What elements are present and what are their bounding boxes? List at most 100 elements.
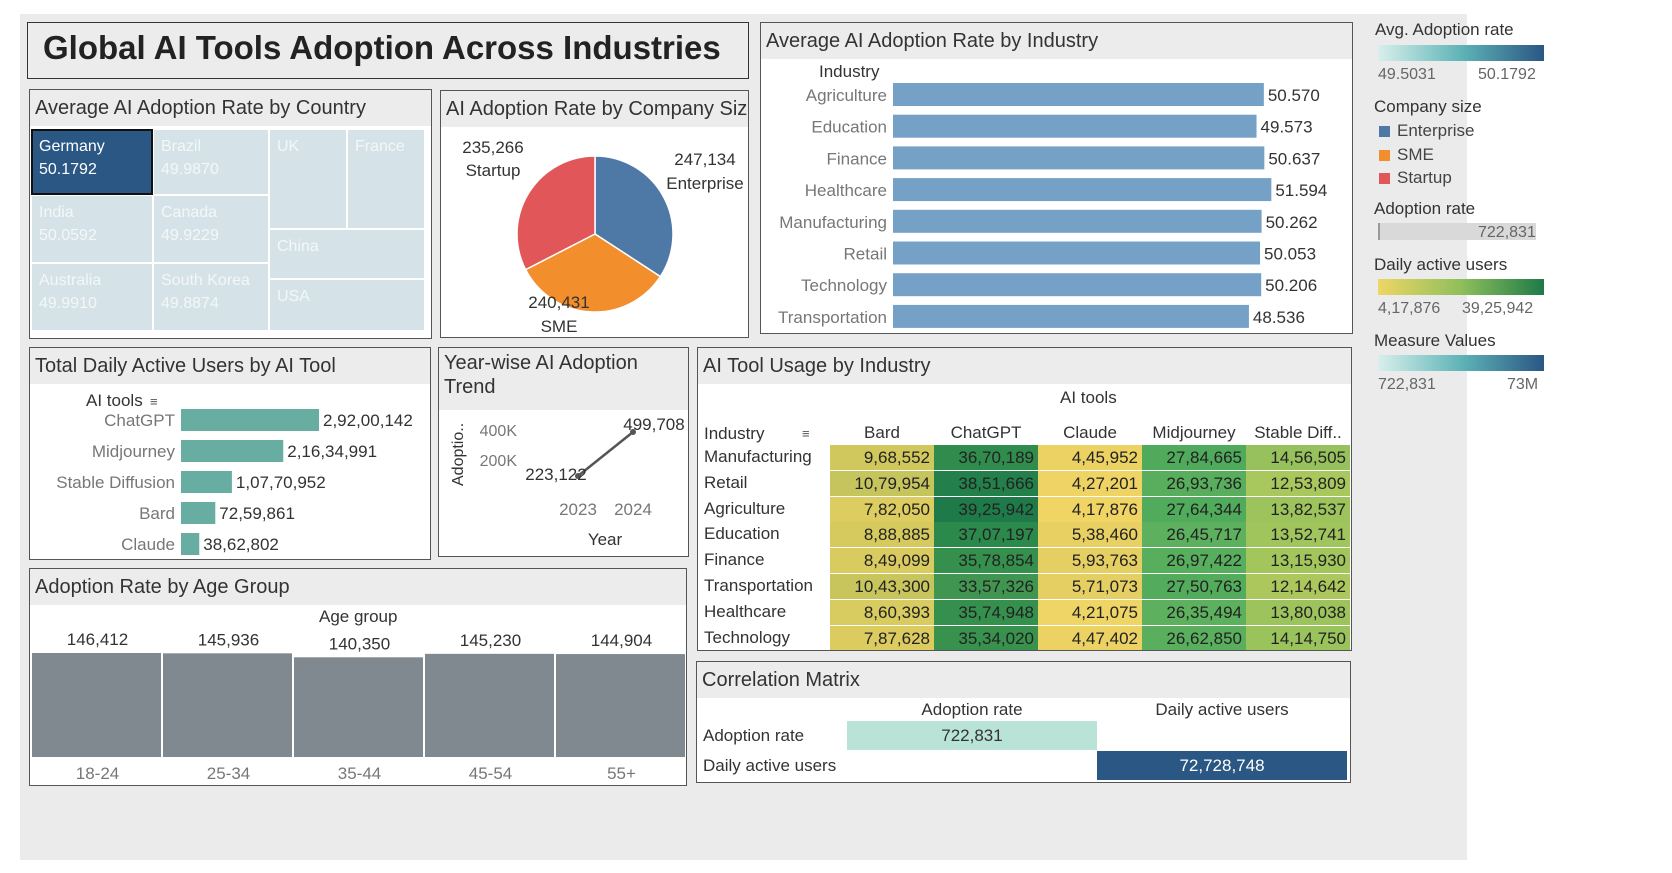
usage-cell[interactable]: 10,43,300 bbox=[830, 574, 934, 599]
industry-bar[interactable] bbox=[893, 146, 1265, 170]
usage-column-header[interactable]: Midjourney bbox=[1142, 423, 1246, 443]
usage-cell[interactable]: 13,80,038 bbox=[1246, 599, 1350, 625]
treemap-cell-france[interactable]: France bbox=[348, 130, 424, 228]
treemap-cell-brazil[interactable]: Brazil 49.9870 bbox=[154, 130, 268, 194]
company-pie-chart[interactable]: 247,134 Enterprise 240,431 SME 235,266 Startu… bbox=[441, 127, 748, 337]
tools-bar[interactable] bbox=[181, 471, 232, 493]
usage-cell[interactable]: 26,93,736 bbox=[1142, 470, 1246, 496]
legend-size-label[interactable]: Enterprise bbox=[1397, 121, 1474, 141]
tools-bar[interactable] bbox=[181, 440, 284, 462]
usage-cell[interactable]: 13,52,741 bbox=[1246, 522, 1350, 548]
usage-cell[interactable]: 4,27,201 bbox=[1038, 470, 1142, 496]
usage-cell[interactable]: 26,35,494 bbox=[1142, 599, 1246, 625]
sort-icon[interactable]: ≡ bbox=[150, 394, 158, 409]
usage-cell[interactable]: 39,25,942 bbox=[934, 496, 1038, 522]
trend-line-chart[interactable]: Adoptio.. Year 400K 200K 223,122 499,708 2023 2… bbox=[439, 410, 688, 556]
legend-avg-min: 49.5031 bbox=[1378, 66, 1436, 83]
corr-title: Correlation Matrix bbox=[697, 662, 1350, 698]
usage-cell[interactable]: 13,82,537 bbox=[1246, 496, 1350, 522]
industry-value-label: 50.570 bbox=[1268, 86, 1320, 105]
tools-value-label: 1,07,70,952 bbox=[236, 473, 326, 492]
legend-size-label[interactable]: Startup bbox=[1397, 168, 1452, 188]
usage-cell[interactable]: 5,93,763 bbox=[1038, 548, 1142, 574]
treemap-cell-australia[interactable]: Australia 49.9910 bbox=[32, 264, 152, 330]
age-bar[interactable] bbox=[163, 653, 292, 757]
treemap-cell-usa[interactable]: USA bbox=[270, 280, 424, 330]
usage-cell[interactable]: 8,88,885 bbox=[830, 522, 934, 548]
usage-cell[interactable]: 33,57,326 bbox=[934, 574, 1038, 599]
industry-bar[interactable] bbox=[893, 273, 1262, 297]
title-panel: Global AI Tools Adoption Across Industri… bbox=[27, 22, 749, 79]
usage-cell[interactable]: 7,82,050 bbox=[830, 496, 934, 522]
tools-bar[interactable] bbox=[181, 502, 216, 524]
treemap-cell-india[interactable]: India 50.0592 bbox=[32, 196, 152, 262]
treemap-cell-china[interactable]: China bbox=[270, 230, 424, 278]
usage-cell[interactable]: 7,87,628 bbox=[830, 625, 934, 650]
usage-cell[interactable]: 4,45,952 bbox=[1038, 445, 1142, 470]
usage-cell[interactable]: 8,49,099 bbox=[830, 548, 934, 574]
country-treemap[interactable]: Germany 50.1792 Brazil 49.9870 UK France India… bbox=[31, 129, 428, 334]
age-bar-chart[interactable]: 146,412 18-24 145,936 25-34 140,350 35-44 145,… bbox=[30, 627, 686, 785]
treemap-cell-name: Germany bbox=[39, 138, 105, 155]
treemap-cell-germany[interactable]: Germany 50.1792 bbox=[31, 129, 153, 195]
legend-size-label[interactable]: SME bbox=[1397, 145, 1434, 165]
treemap-cell-value: 49.9910 bbox=[39, 295, 97, 312]
industry-category-label: Healthcare bbox=[805, 181, 887, 200]
age-bar[interactable] bbox=[294, 657, 423, 757]
usage-row-label: Agriculture bbox=[704, 498, 786, 518]
usage-cell[interactable]: 5,38,460 bbox=[1038, 522, 1142, 548]
usage-cell[interactable]: 35,74,948 bbox=[934, 599, 1038, 625]
usage-cell[interactable]: 8,60,393 bbox=[830, 599, 934, 625]
usage-cell[interactable]: 14,14,750 bbox=[1246, 625, 1350, 650]
treemap-cell-uk[interactable]: UK bbox=[270, 130, 346, 228]
usage-cell[interactable]: 4,17,876 bbox=[1038, 496, 1142, 522]
usage-column-header[interactable]: ChatGPT bbox=[934, 423, 1038, 443]
usage-cell[interactable]: 4,47,402 bbox=[1038, 625, 1142, 650]
usage-cell[interactable]: 10,79,954 bbox=[830, 470, 934, 496]
usage-cell[interactable]: 13,15,930 bbox=[1246, 548, 1350, 574]
treemap-cell-canada[interactable]: Canada 49.9229 bbox=[154, 196, 268, 262]
usage-cell[interactable]: 27,64,344 bbox=[1142, 496, 1246, 522]
usage-cell[interactable]: 27,84,665 bbox=[1142, 445, 1246, 470]
sort-icon[interactable]: ≡ bbox=[802, 426, 810, 441]
usage-column-header[interactable]: Stable Diff.. bbox=[1246, 423, 1350, 443]
industry-bar[interactable] bbox=[893, 304, 1249, 328]
industry-bar[interactable] bbox=[893, 83, 1264, 106]
tools-bar[interactable] bbox=[181, 409, 319, 431]
trend-x-tick: 2024 bbox=[614, 500, 652, 519]
usage-cell[interactable]: 14,56,505 bbox=[1246, 445, 1350, 470]
tools-bar-chart[interactable]: AI tools ≡ ChatGPT 2,92,00,142 Midjourney 2,1… bbox=[30, 384, 430, 559]
corr-cell[interactable]: 72,728,748 bbox=[1097, 751, 1347, 780]
usage-column-header[interactable]: Bard bbox=[830, 423, 934, 443]
age-bar[interactable] bbox=[425, 653, 554, 757]
industry-bar[interactable] bbox=[893, 209, 1262, 233]
treemap-cell-south-korea[interactable]: South Korea 49.8874 bbox=[154, 264, 268, 330]
age-category-label: 18-24 bbox=[76, 764, 119, 783]
usage-column-header[interactable]: Claude bbox=[1038, 423, 1142, 443]
usage-cell[interactable]: 35,78,854 bbox=[934, 548, 1038, 574]
usage-cell[interactable]: 38,51,666 bbox=[934, 470, 1038, 496]
usage-cell[interactable]: 27,50,763 bbox=[1142, 574, 1246, 599]
industry-bar[interactable] bbox=[893, 114, 1257, 138]
usage-cell[interactable]: 26,62,850 bbox=[1142, 625, 1246, 650]
usage-cell[interactable]: 26,45,717 bbox=[1142, 522, 1246, 548]
tools-bar[interactable] bbox=[181, 533, 200, 555]
age-bar[interactable] bbox=[556, 654, 685, 757]
usage-cell[interactable]: 37,07,197 bbox=[934, 522, 1038, 548]
industry-bar-chart[interactable]: Industry Agriculture 50.570 Education 49.573… bbox=[761, 59, 1352, 333]
usage-cell[interactable]: 12,14,642 bbox=[1246, 574, 1350, 599]
usage-cell[interactable]: 35,34,020 bbox=[934, 625, 1038, 650]
usage-cell[interactable]: 12,53,809 bbox=[1246, 470, 1350, 496]
industry-bar[interactable] bbox=[893, 241, 1261, 265]
corr-cell[interactable]: 722,831 bbox=[847, 721, 1097, 750]
industry-bar[interactable] bbox=[893, 178, 1272, 202]
usage-cell[interactable]: 36,70,189 bbox=[934, 445, 1038, 470]
usage-panel: AI Tool Usage by Industry AI tools Indus… bbox=[697, 347, 1352, 651]
treemap-cell-value: 49.9229 bbox=[161, 227, 219, 244]
usage-cell[interactable]: 26,97,422 bbox=[1142, 548, 1246, 574]
treemap-cell-name: India bbox=[39, 204, 74, 221]
age-bar[interactable] bbox=[32, 653, 161, 757]
usage-cell[interactable]: 9,68,552 bbox=[830, 445, 934, 470]
usage-cell[interactable]: 4,21,075 bbox=[1038, 599, 1142, 625]
usage-cell[interactable]: 5,71,073 bbox=[1038, 574, 1142, 599]
